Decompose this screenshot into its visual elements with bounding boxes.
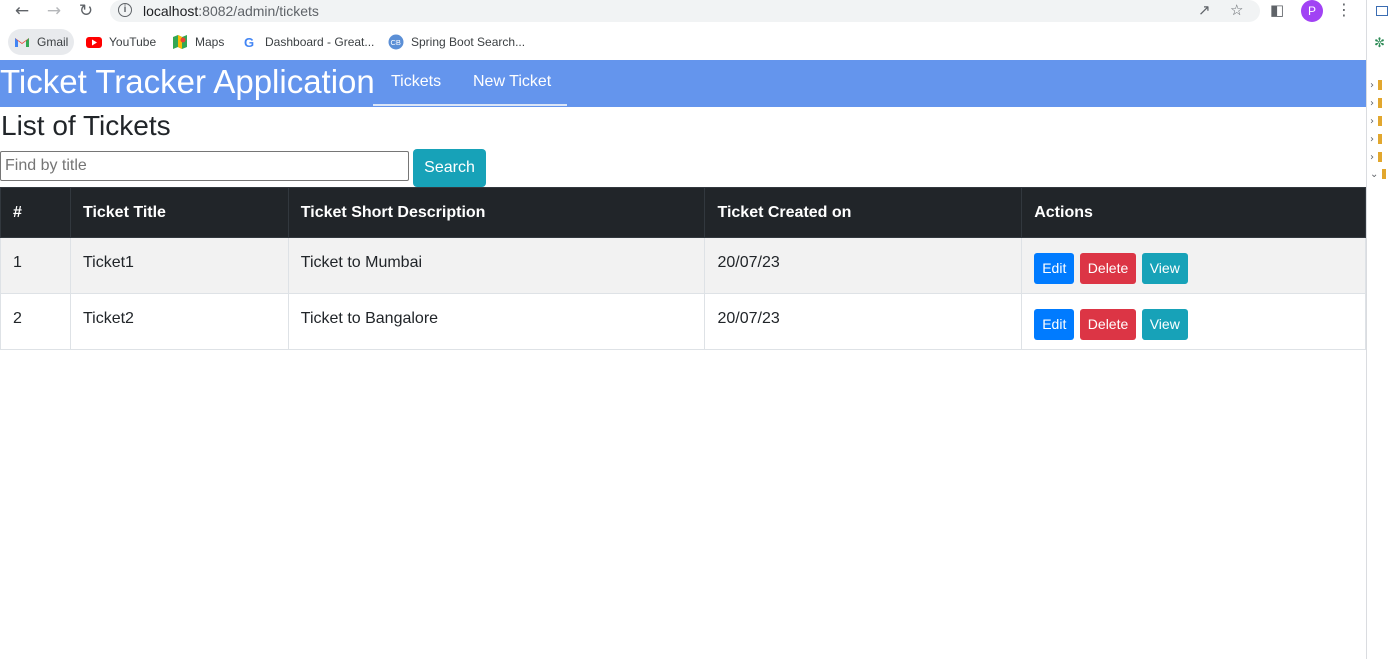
nav-new-ticket[interactable]: New Ticket <box>456 60 568 107</box>
google-icon: G <box>242 34 258 50</box>
edit-button[interactable]: Edit <box>1034 253 1075 284</box>
cell-created: 20/07/23 <box>704 293 1023 350</box>
header-description: Ticket Short Description <box>287 187 706 238</box>
table-row: 2 Ticket2 Ticket to Bangalore 20/07/23 E… <box>0 293 1366 350</box>
share-icon[interactable]: ↗ <box>1198 1 1211 19</box>
page-title: List of Tickets <box>1 110 171 141</box>
maps-icon <box>172 34 188 50</box>
more-menu-icon[interactable]: ⋮ <box>1336 0 1352 19</box>
tree-chevron-icon[interactable]: › <box>1370 116 1382 127</box>
header-title: Ticket Title <box>69 187 289 238</box>
cb-icon: CB <box>388 34 404 50</box>
tree-chevron-icon[interactable]: › <box>1370 98 1382 109</box>
delete-button[interactable]: Delete <box>1079 253 1137 284</box>
forward-arrow-icon[interactable]: → <box>43 1 65 21</box>
side-panel-icon[interactable]: ◧ <box>1270 1 1284 19</box>
svg-text:G: G <box>244 35 254 50</box>
cell-description: Ticket to Bangalore <box>287 293 706 350</box>
search-input[interactable] <box>0 151 409 181</box>
app-brand[interactable]: Ticket Tracker Application <box>0 62 375 102</box>
bookmark-label: YouTube <box>109 35 157 49</box>
devtools-panel-edge: ✼ › › › › › ⌄ <box>1366 0 1389 659</box>
back-arrow-icon[interactable]: ← <box>11 1 33 21</box>
bookmark-gmail[interactable]: Gmail <box>8 29 75 55</box>
tickets-table: # Ticket Title Ticket Short Description … <box>0 187 1366 350</box>
cell-id: 1 <box>0 237 71 294</box>
bookmark-label: Maps <box>195 35 225 49</box>
cell-title: Ticket1 <box>69 237 289 294</box>
cell-description: Ticket to Mumbai <box>287 237 706 294</box>
header-number: # <box>0 187 71 238</box>
svg-text:CB: CB <box>391 38 401 47</box>
bookmark-dashboard[interactable]: G Dashboard - Great... <box>236 29 380 55</box>
bookmark-spring-boot[interactable]: CB Spring Boot Search... <box>382 29 531 55</box>
gmail-icon <box>14 34 30 50</box>
header-created: Ticket Created on <box>704 187 1023 238</box>
cell-created: 20/07/23 <box>704 237 1023 294</box>
reload-icon[interactable]: ↻ <box>75 1 97 21</box>
cell-id: 2 <box>0 293 71 350</box>
tree-chevron-down-icon[interactable]: ⌄ <box>1370 169 1387 180</box>
table-header-row: # Ticket Title Ticket Short Description … <box>0 187 1366 238</box>
view-button[interactable]: View <box>1141 309 1188 340</box>
delete-button[interactable]: Delete <box>1079 309 1137 340</box>
profile-avatar[interactable]: P <box>1301 0 1323 22</box>
bookmark-label: Gmail <box>37 35 69 49</box>
url-text[interactable]: localhost:8082/admin/tickets <box>143 3 319 19</box>
cell-actions: Edit Delete View <box>1021 237 1366 294</box>
cell-actions: Edit Delete View <box>1021 293 1366 350</box>
bookmark-label: Spring Boot Search... <box>411 35 526 49</box>
youtube-icon <box>86 34 102 50</box>
bookmark-label: Dashboard - Great... <box>265 35 375 49</box>
bookmark-youtube[interactable]: YouTube <box>80 29 162 55</box>
header-actions: Actions <box>1021 187 1366 238</box>
app-navbar: Ticket Tracker Application Tickets New T… <box>0 60 1366 107</box>
tree-chevron-icon[interactable]: › <box>1370 152 1382 163</box>
edit-button[interactable]: Edit <box>1034 309 1075 340</box>
dock-icon[interactable] <box>1376 6 1388 16</box>
bookmarks-bar: Gmail YouTube Maps G Dashboard - Great..… <box>0 28 1366 56</box>
site-info-icon[interactable]: i <box>118 3 132 17</box>
cell-title: Ticket2 <box>69 293 289 350</box>
url-host: localhost <box>143 3 199 19</box>
bug-icon[interactable]: ✼ <box>1374 37 1388 51</box>
tree-chevron-icon[interactable]: › <box>1370 80 1382 91</box>
nav-underline <box>373 104 567 106</box>
browser-toolbar: ← → ↻ i localhost:8082/admin/tickets ↗ ☆… <box>0 0 1366 24</box>
view-button[interactable]: View <box>1141 253 1188 284</box>
search-button[interactable]: Search <box>413 149 486 187</box>
star-bookmark-icon[interactable]: ☆ <box>1230 1 1243 19</box>
tree-chevron-icon[interactable]: › <box>1370 134 1382 145</box>
url-path: :8082/admin/tickets <box>198 3 319 19</box>
address-bar[interactable]: i localhost:8082/admin/tickets ↗ ☆ <box>110 0 1260 22</box>
bookmark-maps[interactable]: Maps <box>166 29 230 55</box>
nav-tickets[interactable]: Tickets <box>374 60 458 107</box>
table-row: 1 Ticket1 Ticket to Mumbai 20/07/23 Edit… <box>0 237 1366 294</box>
